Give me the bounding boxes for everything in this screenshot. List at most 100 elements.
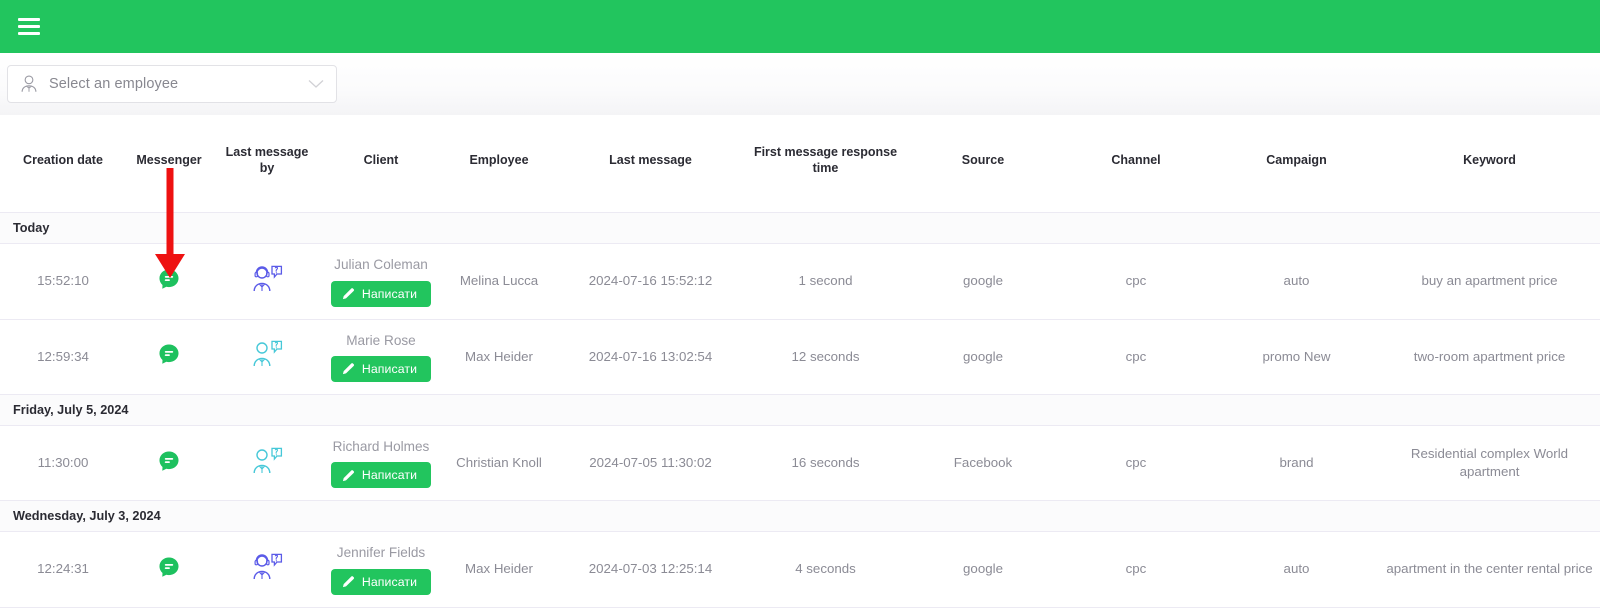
date-group-label: Today bbox=[0, 212, 1600, 245]
column-header-last-message-by[interactable]: Last message by bbox=[212, 115, 322, 214]
cell-client: Richard Holmes Написати bbox=[322, 425, 440, 502]
cell-last-message: 2024-07-16 15:52:12 bbox=[558, 243, 743, 320]
client-person-icon bbox=[253, 341, 283, 367]
google-business-messages-icon[interactable] bbox=[158, 450, 180, 472]
write-button-label: Написати bbox=[361, 574, 418, 589]
column-header-first-response-time[interactable]: First message response time bbox=[743, 115, 908, 214]
pencil-icon bbox=[342, 576, 354, 588]
filter-bar: Select an employee bbox=[0, 53, 1600, 115]
cell-channel: cpc bbox=[1058, 531, 1214, 608]
write-button-label: Написати bbox=[361, 286, 418, 301]
client-person-icon bbox=[253, 447, 283, 473]
column-header-channel[interactable]: Channel bbox=[1058, 115, 1214, 214]
cell-creation-date: 15:52:10 bbox=[0, 243, 126, 320]
cell-messenger bbox=[126, 243, 212, 320]
date-group-label: Wednesday, July 3, 2024 bbox=[0, 500, 1600, 533]
cell-first-response-time: 4 seconds bbox=[743, 531, 908, 608]
cell-employee: Max Heider bbox=[440, 319, 558, 395]
column-header-employee[interactable]: Employee bbox=[440, 115, 558, 214]
cell-channel: cpc bbox=[1058, 243, 1214, 320]
write-message-button[interactable]: Написати bbox=[330, 462, 432, 489]
pencil-icon bbox=[342, 288, 354, 300]
cell-last-message: 2024-07-05 11:30:02 bbox=[558, 425, 743, 502]
column-header-last-message[interactable]: Last message bbox=[558, 115, 743, 214]
table-row[interactable]: 12:24:31 Jennifer Fields Написати Max Heide… bbox=[0, 531, 1600, 608]
cell-source: google bbox=[908, 243, 1058, 320]
cell-messenger bbox=[126, 425, 212, 502]
cell-first-response-time: 12 seconds bbox=[743, 319, 908, 395]
cell-first-response-time: 1 second bbox=[743, 243, 908, 320]
cell-keyword: buy an apartment price bbox=[1379, 243, 1600, 320]
date-group-row: Today bbox=[0, 212, 1600, 245]
pencil-icon bbox=[342, 363, 354, 375]
google-business-messages-icon[interactable] bbox=[158, 556, 180, 578]
table-header: Creation date Messenger Last message by … bbox=[0, 115, 1600, 214]
cell-first-response-time: 16 seconds bbox=[743, 425, 908, 502]
cell-last-message-by bbox=[212, 531, 322, 608]
chevron-down-icon[interactable] bbox=[308, 79, 324, 89]
cell-client: Jennifer Fields Написати bbox=[322, 531, 440, 608]
cell-messenger bbox=[126, 531, 212, 608]
write-message-button[interactable]: Написати bbox=[330, 355, 432, 382]
google-business-messages-icon[interactable] bbox=[158, 268, 180, 290]
cell-employee: Melina Lucca bbox=[440, 243, 558, 320]
date-group-row: Wednesday, July 3, 2024 bbox=[0, 500, 1600, 533]
cell-client: Julian Coleman Написати bbox=[322, 243, 440, 320]
table-row[interactable]: 12:59:34 Marie Rose Написати Max Heider 2024… bbox=[0, 319, 1600, 395]
conversations-table: Creation date Messenger Last message by … bbox=[0, 115, 1600, 608]
table-row[interactable]: 15:52:10 Julian Coleman Написати Melina Luc… bbox=[0, 243, 1600, 320]
cell-employee: Max Heider bbox=[440, 531, 558, 608]
cell-channel: cpc bbox=[1058, 319, 1214, 395]
cell-campaign: promo New bbox=[1214, 319, 1379, 395]
date-group-label: Friday, July 5, 2024 bbox=[0, 393, 1600, 426]
cell-creation-date: 12:59:34 bbox=[0, 319, 126, 395]
date-group-row: Friday, July 5, 2024 bbox=[0, 393, 1600, 426]
google-business-messages-icon[interactable] bbox=[158, 343, 180, 365]
employee-select[interactable]: Select an employee bbox=[7, 65, 337, 103]
column-header-client[interactable]: Client bbox=[322, 115, 440, 214]
cell-creation-date: 12:24:31 bbox=[0, 531, 126, 608]
cell-last-message-by bbox=[212, 425, 322, 502]
cell-messenger bbox=[126, 319, 212, 395]
cell-keyword: two-room apartment price bbox=[1379, 319, 1600, 395]
table-body: Today 15:52:10 Julian Coleman Написати Melin… bbox=[0, 212, 1600, 608]
table-row[interactable]: 11:30:00 Richard Holmes Написати Christian … bbox=[0, 425, 1600, 502]
cell-source: Facebook bbox=[908, 425, 1058, 502]
cell-last-message-by bbox=[212, 319, 322, 395]
cell-employee: Christian Knoll bbox=[440, 425, 558, 502]
hamburger-line bbox=[18, 32, 40, 35]
cell-keyword: apartment in the center rental price bbox=[1379, 531, 1600, 608]
column-header-campaign[interactable]: Campaign bbox=[1214, 115, 1379, 214]
client-name: Marie Rose bbox=[346, 332, 416, 348]
write-message-button[interactable]: Написати bbox=[330, 568, 432, 595]
employee-avatar-icon bbox=[21, 75, 37, 92]
top-app-bar bbox=[0, 0, 1600, 53]
client-name: Jennifer Fields bbox=[336, 545, 426, 561]
write-button-label: Написати bbox=[361, 361, 418, 376]
operator-headset-icon bbox=[253, 553, 283, 580]
column-header-keyword[interactable]: Keyword bbox=[1379, 115, 1600, 214]
column-header-source[interactable]: Source bbox=[908, 115, 1058, 214]
employee-select-placeholder: Select an employee bbox=[49, 76, 179, 92]
cell-campaign: auto bbox=[1214, 531, 1379, 608]
table-header-row: Creation date Messenger Last message by … bbox=[0, 115, 1600, 214]
cell-last-message: 2024-07-03 12:25:14 bbox=[558, 531, 743, 608]
hamburger-line bbox=[18, 25, 40, 28]
hamburger-line bbox=[18, 18, 40, 21]
write-button-label: Написати bbox=[361, 468, 418, 483]
cell-source: google bbox=[908, 319, 1058, 395]
cell-source: google bbox=[908, 531, 1058, 608]
column-header-messenger[interactable]: Messenger bbox=[126, 115, 212, 214]
cell-last-message-by bbox=[212, 243, 322, 320]
cell-campaign: auto bbox=[1214, 243, 1379, 320]
cell-campaign: brand bbox=[1214, 425, 1379, 502]
cell-creation-date: 11:30:00 bbox=[0, 425, 126, 502]
cell-last-message: 2024-07-16 13:02:54 bbox=[558, 319, 743, 395]
operator-headset-icon bbox=[253, 265, 283, 292]
cell-channel: cpc bbox=[1058, 425, 1214, 502]
column-header-creation-date[interactable]: Creation date bbox=[0, 115, 126, 214]
write-message-button[interactable]: Написати bbox=[330, 280, 432, 307]
client-name: Richard Holmes bbox=[332, 438, 430, 454]
hamburger-menu-icon[interactable] bbox=[18, 18, 40, 35]
conversations-table-container: Creation date Messenger Last message by … bbox=[0, 115, 1600, 608]
